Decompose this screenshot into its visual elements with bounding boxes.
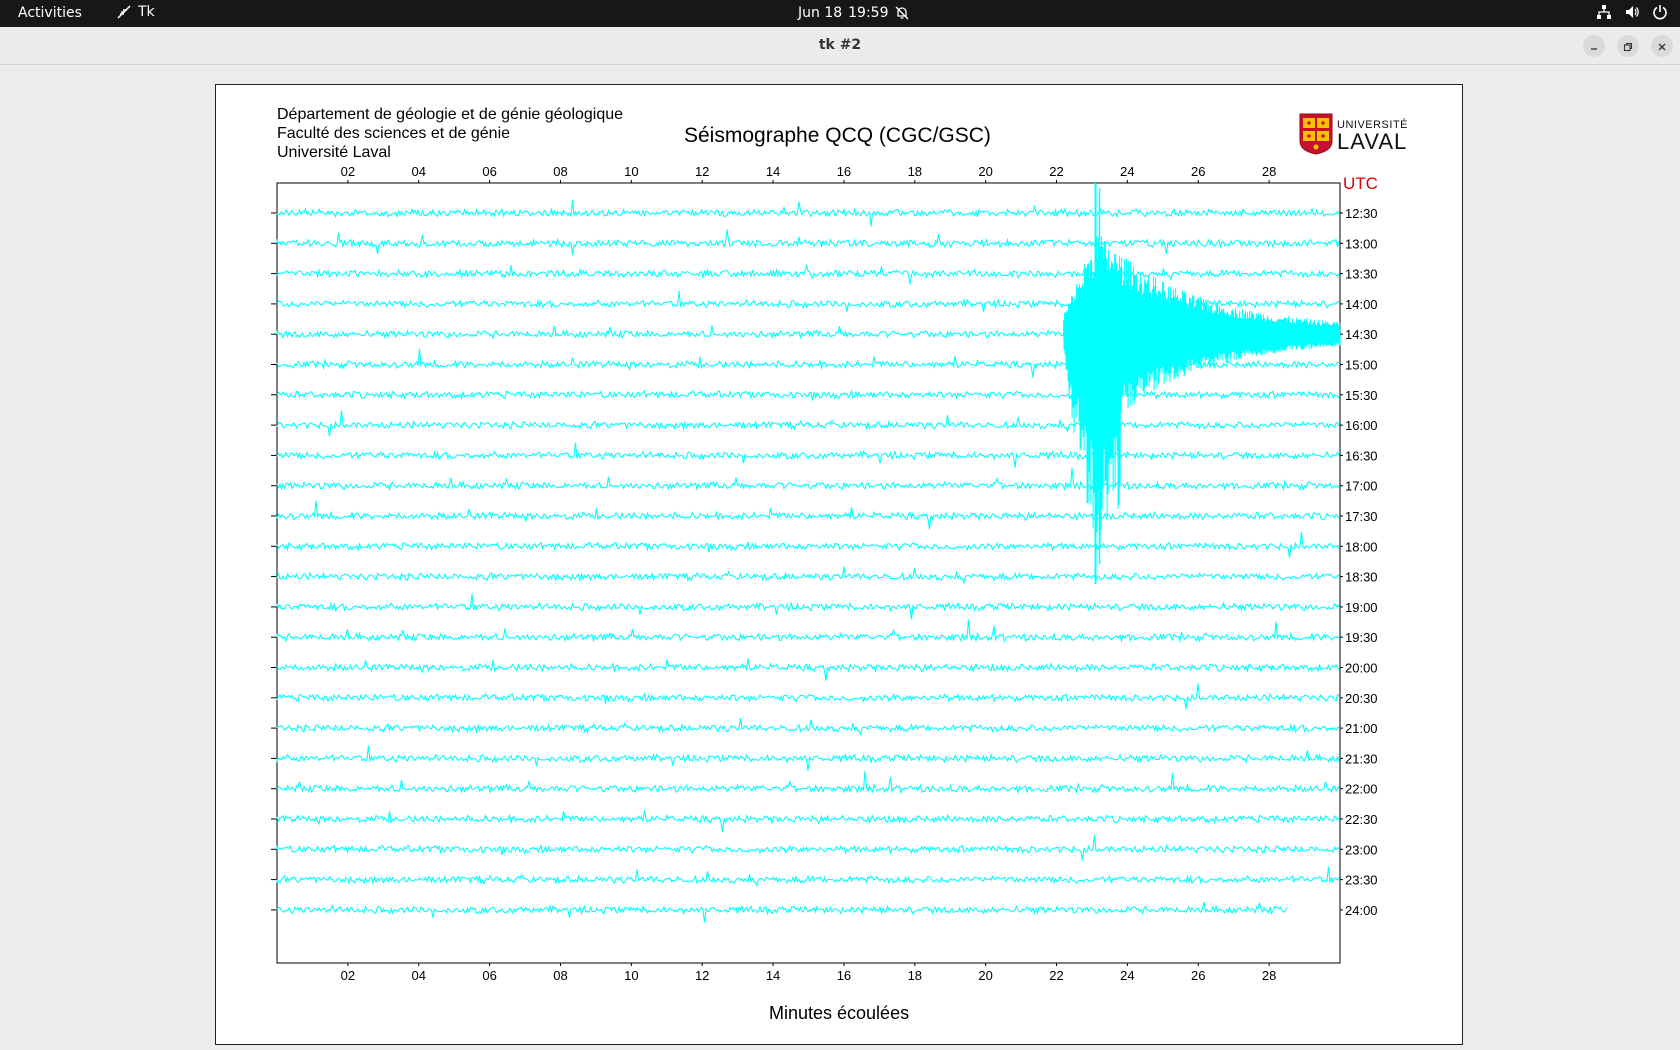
seismic-trace bbox=[276, 264, 1340, 285]
volume-icon bbox=[1624, 4, 1640, 20]
row-time-label: 15:00 bbox=[1345, 358, 1378, 373]
seismic-trace bbox=[276, 442, 1340, 468]
seismic-trace bbox=[276, 658, 1340, 681]
row-time-label: 19:30 bbox=[1345, 630, 1378, 645]
x-tick-label-bottom: 18 bbox=[908, 968, 922, 983]
row-time-label: 24:00 bbox=[1345, 903, 1378, 918]
row-time-label: 16:30 bbox=[1345, 448, 1378, 463]
x-tick-label-top: 14 bbox=[766, 164, 780, 179]
utc-label: UTC bbox=[1343, 174, 1378, 193]
minimize-icon bbox=[1589, 37, 1599, 56]
x-tick-label-top: 26 bbox=[1191, 164, 1205, 179]
window-title: tk #2 bbox=[818, 37, 862, 53]
x-tick-label-bottom: 02 bbox=[341, 968, 355, 983]
seismic-trace bbox=[276, 410, 1340, 437]
x-tick-label-bottom: 10 bbox=[624, 968, 638, 983]
x-tick-label-top: 10 bbox=[624, 164, 638, 179]
row-time-label: 22:00 bbox=[1345, 782, 1378, 797]
x-tick-label-top: 16 bbox=[837, 164, 851, 179]
seismic-trace bbox=[276, 389, 1340, 401]
seismic-trace bbox=[276, 531, 1340, 558]
seismic-trace bbox=[276, 229, 1340, 256]
maximize-button[interactable] bbox=[1617, 35, 1639, 57]
seismic-trace bbox=[276, 866, 1340, 888]
clock-time: 19:59 bbox=[848, 5, 889, 21]
window-content: Département de géologie et de génie géol… bbox=[0, 65, 1680, 1050]
minimize-button[interactable] bbox=[1583, 35, 1605, 57]
row-time-label: 18:30 bbox=[1345, 570, 1378, 585]
window-titlebar[interactable]: tk #2 bbox=[0, 27, 1680, 65]
x-tick-label-bottom: 12 bbox=[695, 968, 709, 983]
tk-feather-icon bbox=[116, 4, 132, 20]
row-time-label: 16:00 bbox=[1345, 418, 1378, 433]
seismic-trace bbox=[276, 717, 1340, 736]
x-tick-label-top: 18 bbox=[908, 164, 922, 179]
x-tick-label-top: 22 bbox=[1049, 164, 1063, 179]
x-tick-label-top: 28 bbox=[1262, 164, 1276, 179]
row-time-label: 17:30 bbox=[1345, 509, 1378, 524]
row-time-label: 20:00 bbox=[1345, 661, 1378, 676]
row-time-label: 14:00 bbox=[1345, 297, 1378, 312]
x-tick-label-top: 20 bbox=[978, 164, 992, 179]
x-tick-label-top: 04 bbox=[411, 164, 425, 179]
seismogram-canvas: Département de géologie et de génie géol… bbox=[215, 84, 1463, 1045]
seismic-trace bbox=[276, 834, 1340, 861]
row-time-label: 13:30 bbox=[1345, 267, 1378, 282]
seismic-trace bbox=[276, 901, 1288, 923]
x-tick-label-bottom: 28 bbox=[1262, 968, 1276, 983]
app-menu[interactable]: Tk bbox=[116, 4, 155, 20]
seismic-trace bbox=[276, 467, 1340, 492]
x-axis-label: Minutes écoulées bbox=[769, 1003, 910, 1023]
seismic-trace bbox=[276, 770, 1340, 795]
x-tick-label-top: 12 bbox=[695, 164, 709, 179]
x-tick-label-bottom: 16 bbox=[837, 968, 851, 983]
network-icon bbox=[1596, 4, 1612, 20]
x-tick-label-bottom: 08 bbox=[553, 968, 567, 983]
app-name: Tk bbox=[138, 4, 155, 20]
x-tick-label-top: 06 bbox=[482, 164, 496, 179]
x-tick-label-bottom: 04 bbox=[411, 968, 425, 983]
system-tray[interactable] bbox=[1596, 4, 1668, 20]
row-time-label: 19:00 bbox=[1345, 600, 1378, 615]
seismic-trace bbox=[276, 745, 1340, 771]
row-time-label: 20:30 bbox=[1345, 691, 1378, 706]
x-tick-label-bottom: 14 bbox=[766, 968, 780, 983]
seismic-trace bbox=[276, 683, 1340, 710]
x-tick-label-bottom: 20 bbox=[978, 968, 992, 983]
row-time-label: 18:00 bbox=[1345, 539, 1378, 554]
seismic-trace bbox=[276, 619, 1340, 643]
clock-date: Jun 18 bbox=[798, 5, 843, 21]
clock-button[interactable]: Jun 18 19:59 bbox=[798, 5, 909, 21]
top-bar: Activities Tk Jun 18 19:59 bbox=[0, 0, 1680, 27]
row-time-label: 15:30 bbox=[1345, 388, 1378, 403]
seismic-trace bbox=[276, 199, 1340, 227]
row-time-label: 23:00 bbox=[1345, 842, 1378, 857]
power-icon bbox=[1652, 4, 1668, 20]
seismic-trace bbox=[276, 566, 1340, 585]
seismic-trace bbox=[276, 593, 1340, 620]
close-icon bbox=[1657, 37, 1667, 56]
x-tick-label-bottom: 26 bbox=[1191, 968, 1205, 983]
row-time-label: 12:30 bbox=[1345, 206, 1378, 221]
x-tick-label-bottom: 24 bbox=[1120, 968, 1134, 983]
seismogram-plot: 02 02 04 04 06 06 08 08 10 10 12 12 14 14 16 16 18 18 20 20… bbox=[271, 164, 1378, 983]
close-button[interactable] bbox=[1651, 35, 1673, 57]
x-tick-label-top: 08 bbox=[553, 164, 567, 179]
x-tick-label-top: 02 bbox=[341, 164, 355, 179]
restore-icon bbox=[1623, 37, 1633, 56]
row-time-label: 21:00 bbox=[1345, 721, 1378, 736]
activities-button[interactable]: Activities bbox=[18, 5, 82, 21]
row-time-label: 21:30 bbox=[1345, 751, 1378, 766]
row-time-label: 23:30 bbox=[1345, 873, 1378, 888]
seismic-trace bbox=[276, 810, 1340, 833]
notifications-muted-icon bbox=[895, 6, 909, 20]
x-tick-label-top: 24 bbox=[1120, 164, 1134, 179]
seismic-trace bbox=[276, 500, 1340, 530]
x-tick-label-bottom: 06 bbox=[482, 968, 496, 983]
row-time-label: 13:00 bbox=[1345, 236, 1378, 251]
row-time-label: 14:30 bbox=[1345, 327, 1378, 342]
row-time-label: 22:30 bbox=[1345, 812, 1378, 827]
x-tick-label-bottom: 22 bbox=[1049, 968, 1063, 983]
row-time-label: 17:00 bbox=[1345, 479, 1378, 494]
